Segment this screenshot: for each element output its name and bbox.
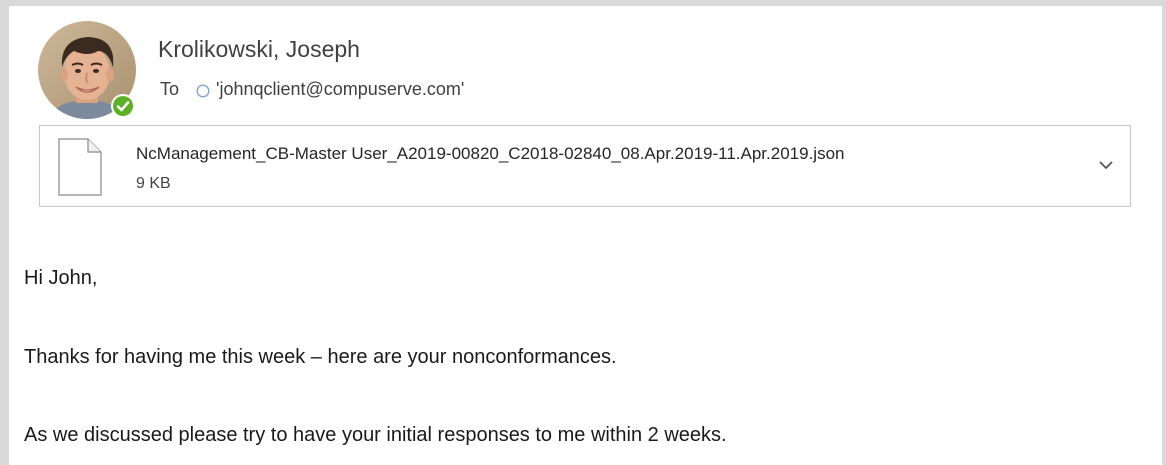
attachment-card[interactable]: NcManagement_CB-Master User_A2019-00820_… <box>39 125 1131 207</box>
body-greeting: Hi John, <box>24 267 98 289</box>
recipient-row: To 'johnqclient@compuserve.com' <box>160 77 464 101</box>
recipient-address[interactable]: 'johnqclient@compuserve.com' <box>216 79 464 100</box>
message-reading-pane: Krolikowski, Joseph To 'johnqclient@comp… <box>9 6 1162 465</box>
window-frame-right <box>1162 0 1166 465</box>
chevron-down-icon[interactable] <box>1096 158 1116 172</box>
window-frame-left <box>0 0 9 465</box>
to-label: To <box>160 78 180 99</box>
sender-name[interactable]: Krolikowski, Joseph <box>158 36 360 63</box>
attachment-file-size: 9 KB <box>136 175 171 192</box>
attachment-file-name: NcManagement_CB-Master User_A2019-00820_… <box>136 144 845 163</box>
presence-unknown-icon <box>196 82 210 98</box>
body-paragraph: Thanks for having me this week – here ar… <box>24 346 617 368</box>
body-paragraph: As we discussed please try to have your … <box>24 424 727 446</box>
presence-available-icon <box>110 93 136 119</box>
document-icon <box>58 138 102 196</box>
